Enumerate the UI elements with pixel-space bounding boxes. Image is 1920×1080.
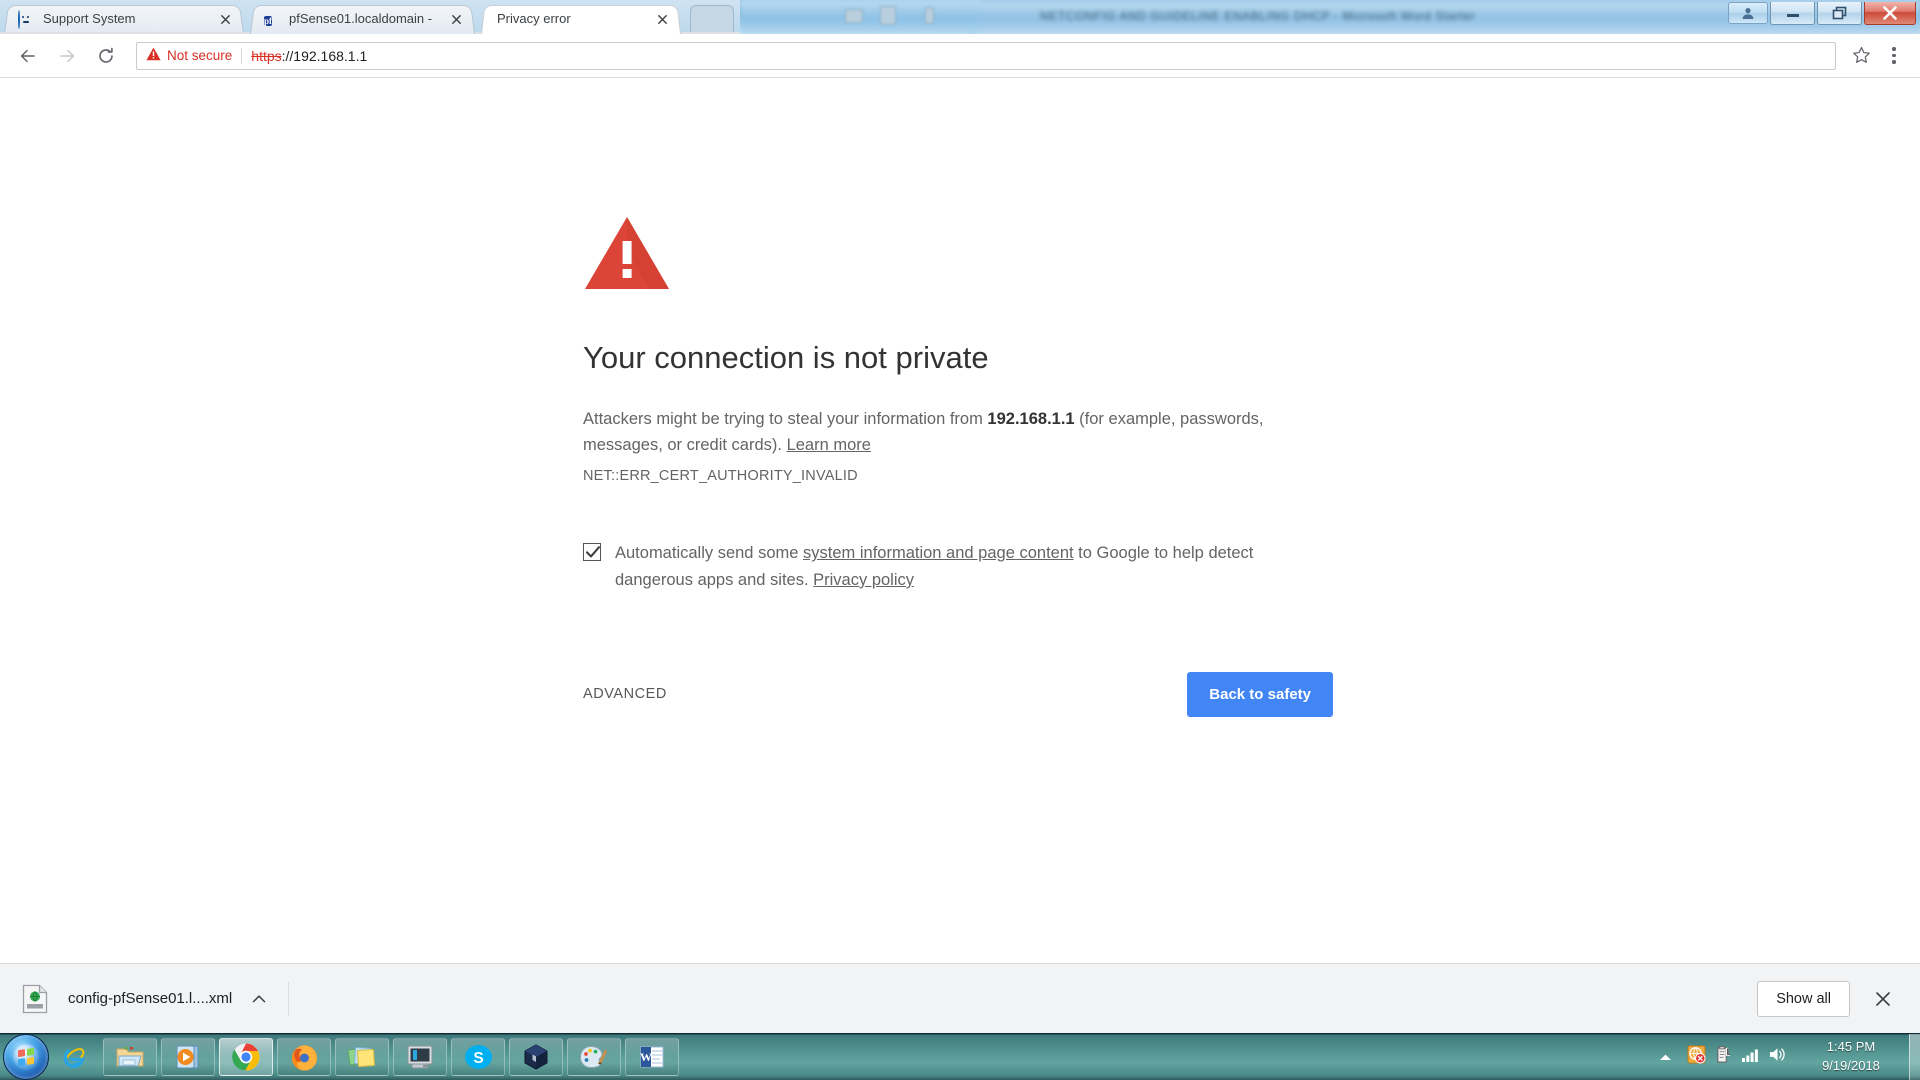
tab-close-button[interactable] <box>653 10 671 28</box>
tab-support-system[interactable]: Support System <box>4 4 244 35</box>
browser-toolbar: Not secure https://192.168.1.1 <box>0 34 1920 78</box>
taskbar: S W 1:45 PM 9/19/2018 <box>0 1033 1920 1080</box>
taskbar-item-google-chrome[interactable] <box>219 1038 273 1076</box>
windows-logo-icon <box>13 1044 39 1070</box>
chrome-menu-button[interactable] <box>1878 40 1910 72</box>
background-square-1 <box>845 9 863 23</box>
restore-button[interactable] <box>1817 2 1862 25</box>
user-account-button[interactable] <box>1728 2 1768 24</box>
quick-launch-bar <box>59 1040 89 1074</box>
advanced-button[interactable]: ADVANCED <box>583 678 667 710</box>
minimize-button[interactable] <box>1770 2 1815 25</box>
warning-triangle-icon <box>583 215 671 291</box>
chevron-up-icon[interactable] <box>1653 1053 1677 1062</box>
download-item[interactable]: config-pfSense01.l....xml <box>22 984 266 1014</box>
privacy-policy-link[interactable]: Privacy policy <box>813 571 914 589</box>
clock-time: 1:45 PM <box>1826 1039 1876 1055</box>
url-scheme: https <box>251 47 282 64</box>
safe-browsing-checkbox[interactable] <box>583 543 601 562</box>
bookmark-star-icon[interactable] <box>1846 41 1876 71</box>
optin-text-before: Automatically send some <box>615 544 804 563</box>
screen: NETCONFIG AND GUIDELINE ENABLING DHCP - … <box>0 0 1920 1080</box>
url-text: https://192.168.1.1 <box>251 48 367 64</box>
background-square-2 <box>880 6 896 25</box>
background-square-3 <box>925 7 934 24</box>
svg-text:S: S <box>473 1050 483 1067</box>
taskbar-item-sticky-notes[interactable] <box>335 1038 389 1076</box>
download-shelf-right: Show all <box>1757 980 1900 1017</box>
taskbar-item-microsoft-word[interactable]: W <box>625 1038 679 1076</box>
reload-button[interactable] <box>90 40 122 72</box>
back-button[interactable] <box>12 40 44 72</box>
internet-explorer-icon[interactable] <box>59 1040 89 1074</box>
interstitial-description: Attackers might be trying to steal your … <box>583 406 1273 459</box>
close-button[interactable] <box>1864 2 1916 25</box>
volume-icon[interactable] <box>1768 1046 1787 1068</box>
taskbar-item-windows-explorer[interactable] <box>103 1038 157 1076</box>
tab-close-button[interactable] <box>447 10 465 28</box>
tab-title: Privacy error <box>497 11 571 26</box>
tab-title: pfSense01.localdomain - <box>289 11 433 26</box>
network-error-icon[interactable] <box>1687 1045 1706 1069</box>
description-host: 192.168.1.1 <box>987 409 1075 428</box>
new-tab-button[interactable] <box>690 5 734 34</box>
system-information-link[interactable]: system information and page content <box>803 544 1074 562</box>
back-to-safety-button[interactable]: Back to safety <box>1187 671 1333 717</box>
taskbar-item-media-player[interactable] <box>161 1038 215 1076</box>
taskbar-item-skype[interactable]: S <box>451 1038 505 1076</box>
tab-close-button[interactable] <box>216 10 234 28</box>
warning-triangle-icon <box>146 47 161 64</box>
security-indicator[interactable]: Not secure <box>146 47 232 64</box>
svg-text:W: W <box>640 1050 652 1064</box>
tab-privacy-error[interactable]: Privacy error <box>481 4 681 35</box>
clock-date: 9/19/2018 <box>1822 1058 1880 1073</box>
taskbar-item-computer[interactable] <box>393 1038 447 1076</box>
action-center-icon[interactable] <box>1715 1045 1732 1069</box>
window-controls <box>1726 2 1916 25</box>
page-title: Your connection is not private <box>583 340 989 375</box>
xml-file-icon <box>22 984 48 1014</box>
start-button[interactable] <box>3 1034 49 1080</box>
taskbar-task-list: S W <box>103 1038 679 1076</box>
background-window-title: NETCONFIG AND GUIDELINE ENABLING DHCP - … <box>1040 9 1476 23</box>
system-tray: 1:45 PM 9/19/2018 <box>1653 1033 1920 1080</box>
download-filename: config-pfSense01.l....xml <box>68 990 233 1007</box>
tab-strip: Support System pf pfSense01.localdomain … <box>0 0 740 35</box>
show-desktop-button[interactable] <box>1909 1033 1920 1080</box>
download-shelf: config-pfSense01.l....xml Show all <box>0 963 1920 1033</box>
forward-button <box>51 40 83 72</box>
page-content: Your connection is not private Attackers… <box>0 79 1920 963</box>
tab-title: Support System <box>43 11 136 26</box>
url-host: ://192.168.1.1 <box>281 47 368 64</box>
address-bar[interactable]: Not secure https://192.168.1.1 <box>136 41 1836 70</box>
learn-more-link[interactable]: Learn more <box>787 436 871 454</box>
close-icon[interactable] <box>1866 982 1900 1016</box>
network-signal-icon[interactable] <box>1741 1047 1759 1068</box>
chevron-up-icon[interactable] <box>252 994 266 1004</box>
tray-icons <box>1687 1045 1787 1069</box>
safe-browsing-label: Automatically send some system informati… <box>615 540 1273 593</box>
description-lead: Attackers might be trying to steal your … <box>583 409 988 428</box>
safe-browsing-optin: Automatically send some system informati… <box>583 540 1273 593</box>
support-avatar-icon <box>18 10 34 29</box>
interstitial-actions: ADVANCED Back to safety <box>583 671 1333 717</box>
taskbar-item-virtualbox[interactable] <box>509 1038 563 1076</box>
security-status-text: Not secure <box>167 48 233 63</box>
show-all-downloads-button[interactable]: Show all <box>1757 980 1850 1017</box>
taskbar-item-mozilla-firefox[interactable] <box>277 1038 331 1076</box>
ssl-interstitial: Your connection is not private Attackers… <box>583 215 1333 717</box>
error-code: NET::ERR_CERT_AUTHORITY_INVALID <box>583 468 858 485</box>
omnibox-separator <box>241 47 243 64</box>
download-shelf-separator <box>288 981 290 1016</box>
clock[interactable]: 1:45 PM 9/19/2018 <box>1797 1038 1905 1076</box>
taskbar-item-paint[interactable] <box>567 1038 621 1076</box>
pfsense-icon: pf <box>264 16 273 26</box>
tab-pfsense[interactable]: pf pfSense01.localdomain - <box>250 4 475 35</box>
